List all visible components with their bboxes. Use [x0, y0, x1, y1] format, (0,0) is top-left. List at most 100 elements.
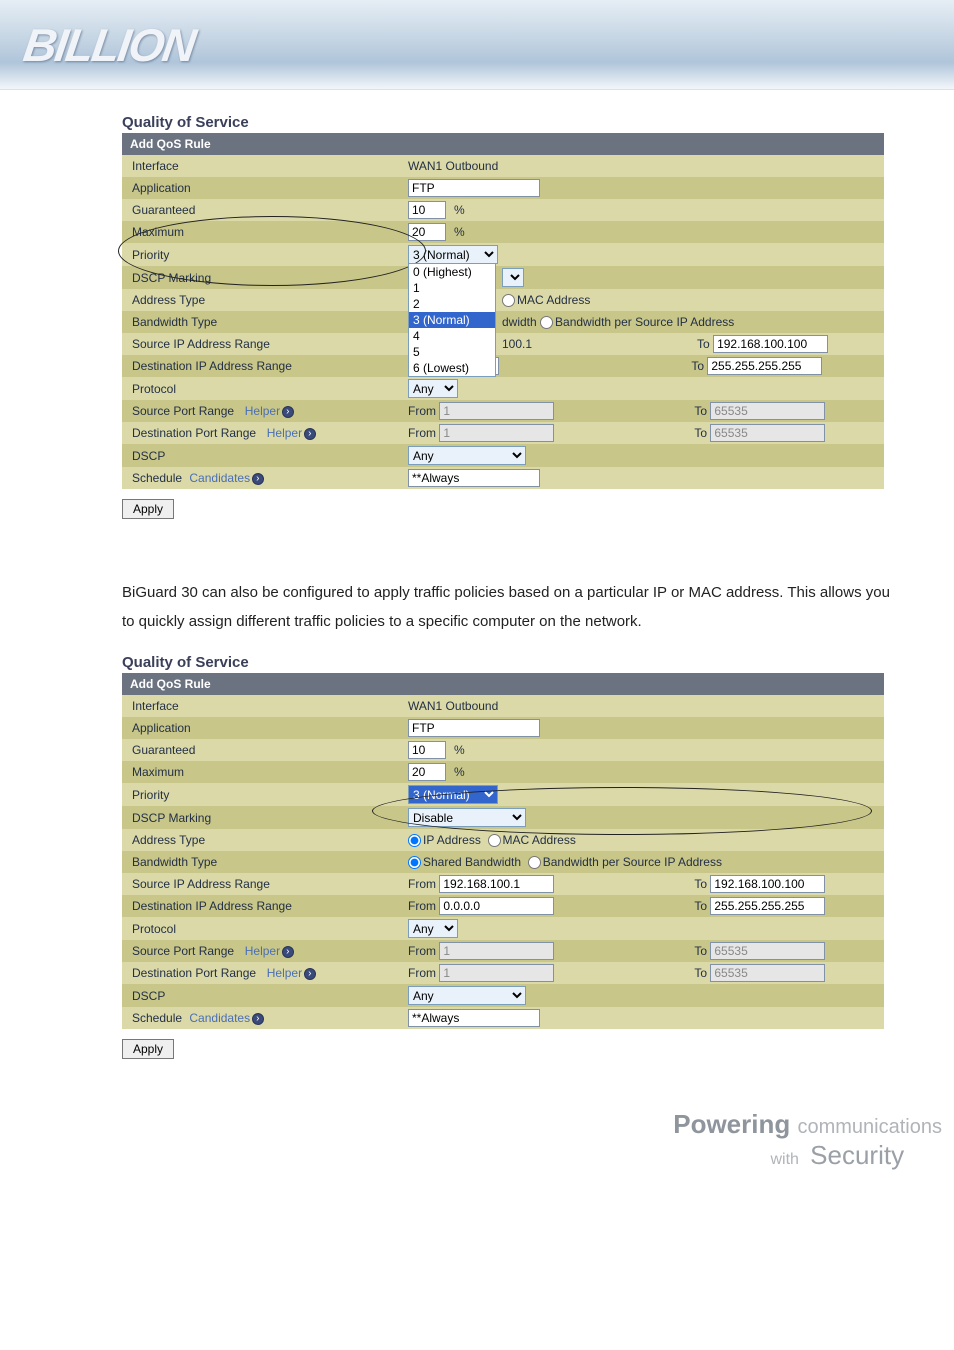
priority-option[interactable]: 2	[409, 296, 495, 312]
from-label: From	[408, 944, 436, 958]
apply-button-2[interactable]: Apply	[122, 1039, 174, 1059]
shared-bw-radio[interactable]	[408, 856, 421, 869]
maximum-input[interactable]	[408, 223, 446, 241]
footer-security: Security	[810, 1140, 904, 1170]
guaranteed-label: Guaranteed	[122, 199, 402, 221]
src-port-from-input[interactable]	[439, 942, 554, 960]
brand-logo: BILLION	[20, 18, 198, 72]
application-input[interactable]	[408, 179, 540, 197]
dst-port-helper-link[interactable]: Helper	[267, 966, 302, 980]
dst-ip-from-input[interactable]	[439, 897, 554, 915]
src-ip-to-input[interactable]	[710, 875, 825, 893]
schedule-label: Schedule	[132, 471, 182, 485]
dst-ip-to-input[interactable]	[707, 357, 822, 375]
dst-ip-to-input[interactable]	[710, 897, 825, 915]
protocol-select[interactable]: Any	[408, 919, 458, 938]
src-port-label: Source Port Range	[132, 944, 234, 958]
body-paragraph: BiGuard 30 can also be configured to app…	[122, 579, 894, 636]
src-port-from-input[interactable]	[439, 402, 554, 420]
guaranteed-unit: %	[454, 743, 465, 757]
bw-per-source-radio[interactable]	[540, 316, 553, 329]
to-label: To	[694, 944, 707, 958]
dscp-marking-label: DSCP Marking	[122, 266, 402, 289]
dscp-marking-select[interactable]: Disable	[408, 808, 526, 827]
priority-option[interactable]: 5	[409, 344, 495, 360]
maximum-unit: %	[454, 225, 465, 239]
helper-icon[interactable]	[252, 473, 264, 485]
priority-option[interactable]: 6 (Lowest)	[409, 360, 495, 376]
qos-subtitle-1: Add QoS Rule	[122, 133, 884, 155]
priority-option[interactable]: 4	[409, 328, 495, 344]
to-label: To	[694, 966, 707, 980]
footer-tagline: Powering communications with Security	[673, 1109, 942, 1171]
footer-powering: Powering	[673, 1109, 790, 1139]
dst-port-label: Destination Port Range	[132, 966, 256, 980]
src-port-helper-link[interactable]: Helper	[245, 944, 280, 958]
bandwidth-type-label: Bandwidth Type	[122, 311, 402, 333]
schedule-input[interactable]	[408, 469, 540, 487]
bw-per-source-radio[interactable]	[528, 856, 541, 869]
dst-port-label: Destination Port Range	[132, 426, 256, 440]
src-ip-label: Source IP Address Range	[122, 333, 402, 355]
qos-table-2: Interface WAN1 Outbound Application Guar…	[122, 695, 884, 1029]
priority-dropdown-open[interactable]: 0 (Highest) 1 2 3 (Normal) 4 5 6 (Lowest…	[408, 263, 496, 377]
maximum-input[interactable]	[408, 763, 446, 781]
protocol-select[interactable]: Any	[408, 379, 458, 398]
dscp-label: DSCP	[122, 984, 402, 1007]
to-label: To	[694, 899, 707, 913]
helper-icon[interactable]	[252, 1013, 264, 1025]
bw-per-source-label: Bandwidth per Source IP Address	[555, 315, 734, 329]
bandwidth-type-label: Bandwidth Type	[122, 851, 402, 873]
dst-port-to-input[interactable]	[710, 964, 825, 982]
apply-button-1[interactable]: Apply	[122, 499, 174, 519]
dst-port-from-input[interactable]	[439, 964, 554, 982]
src-port-label: Source Port Range	[132, 404, 234, 418]
dscp-marking-select[interactable]	[502, 268, 524, 287]
dst-port-helper-link[interactable]: Helper	[267, 426, 302, 440]
interface-label: Interface	[122, 155, 402, 177]
footer-communications: communications	[797, 1116, 942, 1138]
dst-port-to-input[interactable]	[710, 424, 825, 442]
to-label: To	[694, 877, 707, 891]
priority-select[interactable]: 3 (Normal)	[408, 245, 498, 264]
src-port-helper-link[interactable]: Helper	[245, 404, 280, 418]
schedule-candidates-link[interactable]: Candidates	[189, 1011, 250, 1025]
schedule-label: Schedule	[132, 1011, 182, 1025]
mac-address-radio[interactable]	[502, 294, 515, 307]
priority-option-selected[interactable]: 3 (Normal)	[409, 312, 495, 328]
address-type-label: Address Type	[122, 289, 402, 311]
application-input[interactable]	[408, 719, 540, 737]
interface-value: WAN1 Outbound	[402, 155, 884, 177]
helper-icon[interactable]	[304, 428, 316, 440]
dscp-select[interactable]: Any	[408, 986, 526, 1005]
priority-option[interactable]: 1	[409, 280, 495, 296]
helper-icon[interactable]	[282, 406, 294, 418]
priority-select[interactable]: 3 (Normal)	[408, 785, 498, 804]
to-label: To	[691, 359, 704, 373]
application-label: Application	[122, 177, 402, 199]
protocol-label: Protocol	[122, 377, 402, 400]
qos-title-2: Quality of Service	[122, 654, 884, 671]
from-label: From	[408, 426, 436, 440]
guaranteed-input[interactable]	[408, 741, 446, 759]
src-ip-to-input[interactable]	[713, 335, 828, 353]
src-port-to-input[interactable]	[710, 402, 825, 420]
to-label: To	[694, 426, 707, 440]
qos-table-1: Interface WAN1 Outbound Application Guar…	[122, 155, 884, 489]
dscp-marking-label: DSCP Marking	[122, 806, 402, 829]
helper-icon[interactable]	[304, 968, 316, 980]
schedule-candidates-link[interactable]: Candidates	[189, 471, 250, 485]
dscp-select[interactable]: Any	[408, 446, 526, 465]
mac-address-radio[interactable]	[488, 834, 501, 847]
ip-address-radio[interactable]	[408, 834, 421, 847]
helper-icon[interactable]	[282, 946, 294, 958]
priority-option[interactable]: 0 (Highest)	[409, 264, 495, 280]
src-ip-from-input[interactable]	[439, 875, 554, 893]
priority-label: Priority	[122, 243, 402, 266]
logo-bar: BILLION	[0, 0, 954, 90]
guaranteed-input[interactable]	[408, 201, 446, 219]
src-port-to-input[interactable]	[710, 942, 825, 960]
dst-port-from-input[interactable]	[439, 424, 554, 442]
from-label: From	[408, 966, 436, 980]
schedule-input[interactable]	[408, 1009, 540, 1027]
